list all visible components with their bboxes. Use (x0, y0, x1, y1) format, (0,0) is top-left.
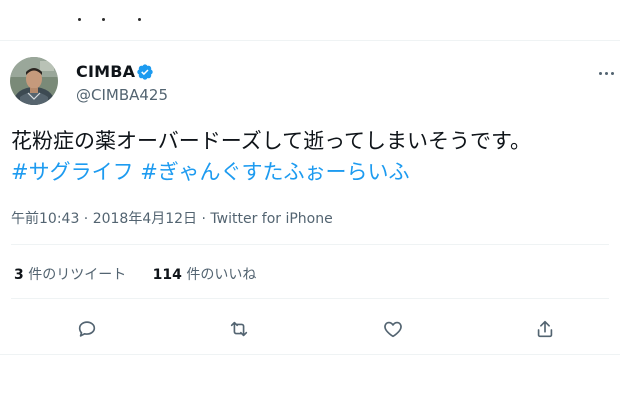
likes-stat[interactable]: 114 件のいいね (153, 264, 257, 284)
avatar[interactable] (10, 57, 58, 105)
retweets-count: 3 (14, 267, 24, 283)
more-options-icon[interactable] (596, 66, 616, 80)
tweet-hashtags: #サグライフ #ぎゃんぐすたふぉーらいふ (11, 157, 409, 187)
likes-count: 114 (152, 267, 182, 283)
verified-badge-icon (137, 64, 153, 80)
heart-icon (384, 321, 402, 338)
tweet-timestamp[interactable]: 午前10:43 · 2018年4月12日 · Twitter for iPhon… (11, 208, 333, 228)
like-button[interactable] (378, 314, 408, 344)
reply-icon (78, 321, 96, 337)
top-divider (0, 40, 620, 41)
likes-label: 件のいいね (186, 267, 257, 283)
hashtag-link[interactable]: #サグライフ (11, 160, 134, 184)
retweet-button[interactable] (224, 314, 254, 344)
tweet-actions (0, 314, 620, 344)
tweet-screenshot: CIMBA @CIMBA425 花粉症の薬オーバードーズして逝ってしまいそうです… (0, 0, 620, 413)
cropped-previous-content (78, 14, 158, 22)
tweet-text: 花粉症の薬オーバードーズして逝ってしまいそうです。 (11, 129, 531, 153)
retweets-label: 件のリツイート (28, 267, 127, 283)
divider (11, 298, 609, 299)
bottom-divider (0, 354, 620, 355)
hashtag-link[interactable]: #ぎゃんぐすたふぉーらいふ (140, 160, 409, 184)
tweet-stats: 3 件のリツイート 114 件のいいね (14, 264, 256, 284)
share-icon (537, 320, 553, 338)
share-button[interactable] (530, 314, 560, 344)
user-handle[interactable]: @CIMBA425 (76, 86, 168, 104)
display-name[interactable]: CIMBA (76, 62, 135, 81)
reply-button[interactable] (72, 314, 102, 344)
retweet-icon (230, 321, 248, 337)
retweets-stat[interactable]: 3 件のリツイート (14, 264, 126, 284)
divider (11, 244, 609, 245)
